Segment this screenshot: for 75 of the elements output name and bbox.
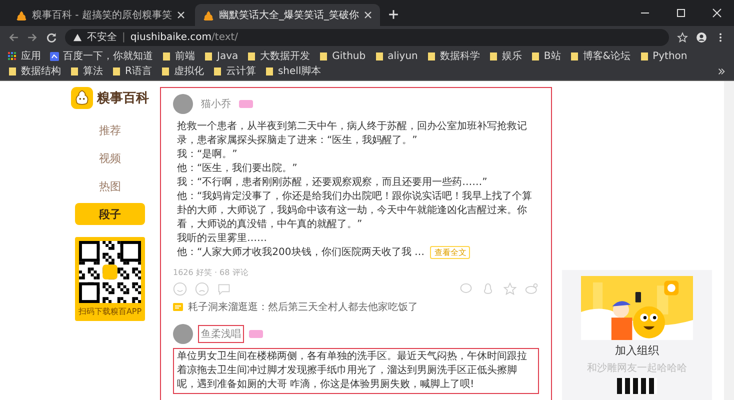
bookmark[interactable]: 虚拟化 — [160, 64, 204, 78]
logo-text: 糗事百科 — [97, 90, 149, 107]
bookmark[interactable]: 云计算 — [212, 64, 256, 78]
reload-icon[interactable] — [46, 32, 57, 42]
apps-grid-icon — [8, 52, 17, 60]
browser-tab[interactable]: 糗事百科 - 超搞笑的原创糗事笑 — [8, 4, 193, 26]
close-icon[interactable] — [364, 11, 372, 19]
bookmark[interactable]: 数据科学 — [426, 49, 480, 63]
profile-icon[interactable] — [696, 32, 707, 42]
folder-icon — [374, 52, 384, 60]
folder-icon — [570, 52, 579, 60]
post-paragraph: 抢救一个患者，从半夜到第二天中午，病人终于苏醒，回办公室加班补写抢救记录，患者家属探头探脑走了进来：“医生，我妈醒了。” — [177, 120, 528, 148]
bookmark[interactable]: Python — [640, 49, 688, 63]
post-paragraph: 我：“不行啊，患者刚刚苏醒，还要观察观察，而且还要用一些药……” — [177, 176, 488, 190]
top-comment: 耗子洞来溜逛逛：然后第三天全村人都去他家吃饭了 — [188, 300, 418, 314]
bookmark[interactable]: 娱乐 — [488, 49, 522, 63]
star-icon[interactable] — [677, 32, 688, 42]
logo-icon — [71, 87, 93, 109]
post-paragraph: 他：“我妈肯定没事了，你还是给我们办出院吧！跟你说实话吧！我早上找了个算卦的大师，大师说了，我妈命中该有这一劫，今天中午就能逢凶化吉醒过来。你看，大师说的真没错，中午真的就醒了。” — [177, 190, 534, 232]
comment-icon — [173, 303, 183, 311]
bookmark[interactable]: 大数据开发 — [247, 49, 310, 63]
close-icon[interactable] — [712, 8, 722, 18]
bookmark[interactable]: aliyun — [374, 49, 418, 63]
level-badge — [249, 330, 263, 338]
forward-icon[interactable] — [27, 32, 38, 42]
post-paragraph: 他：“人家大师才收我200块钱，你们医院两天收了我 … 查看全文 — [177, 246, 535, 260]
username[interactable]: 猫小乔 — [198, 95, 234, 113]
maximize-icon[interactable] — [676, 8, 686, 18]
folder-icon — [112, 66, 121, 76]
level-badge — [239, 100, 253, 108]
bookmark[interactable]: 前端 — [162, 49, 195, 63]
bookmark[interactable]: 算法 — [70, 64, 103, 78]
bookmark[interactable]: shell脚本 — [264, 64, 322, 78]
folder-icon — [640, 52, 649, 60]
bookmark[interactable]: Github — [319, 49, 366, 63]
promo-subtitle: 和沙雕网友一起哈哈哈 — [587, 362, 687, 375]
avatar[interactable] — [173, 94, 193, 114]
post-paragraph: 我：“是啊。” — [177, 148, 238, 162]
qr-caption: 扫码下载糗百APP — [78, 306, 142, 317]
browser-tab[interactable]: 幽默笑话大全_爆笑笑话_笑破你 — [194, 4, 380, 26]
close-icon[interactable] — [176, 11, 185, 19]
nav-item[interactable]: 视频 — [75, 147, 145, 169]
post-stats: 1626 好笑 · 68 评论 — [173, 267, 250, 278]
star-icon[interactable] — [503, 282, 517, 296]
poop-icon — [202, 10, 214, 20]
nav-item[interactable]: 推荐 — [75, 119, 145, 141]
bookmark[interactable]: R语言 — [112, 64, 152, 78]
post-paragraph: 他：“医生，我们要出院。” — [177, 162, 298, 176]
more-chevron-icon[interactable] — [717, 66, 726, 76]
folder-icon — [426, 52, 436, 60]
bookmark[interactable]: 博客&论坛 — [570, 49, 631, 63]
address-field[interactable]: 不安全 | qiushibaike.com/text/ — [65, 28, 669, 46]
bookmark[interactable]: Java — [204, 49, 238, 63]
back-icon[interactable] — [8, 32, 19, 42]
post-paragraph: 单位男女卫生间在楼梯两侧，各有单独的洗手区。最近天气闷热，午休时间跟拉着凉拖去卫生间冲过脚才发现擦手纸巾用光了，溜达到男厕洗手区正低头擦脚呢，遇到准备如厕的大哥 咋滴，你这是体验男厕失败，喊脚上了呗! — [177, 350, 528, 392]
scrollbar[interactable] — [724, 81, 734, 400]
folder-icon — [530, 52, 540, 60]
folder-icon — [70, 66, 79, 76]
promo-title: 加入组织 — [615, 343, 659, 358]
bookmark[interactable]: 应用 — [8, 49, 41, 63]
nav-item[interactable]: 热图 — [75, 175, 145, 197]
bookmark[interactable]: 数据结构 — [8, 64, 61, 78]
nav-item[interactable]: 段子 — [75, 203, 145, 225]
warning-icon — [73, 32, 82, 42]
folder-icon — [488, 52, 498, 60]
avatar[interactable] — [173, 324, 193, 344]
folder-icon — [8, 66, 17, 76]
bookmark[interactable]: B站 — [530, 49, 561, 63]
new-tab-icon[interactable] — [388, 9, 399, 20]
folder-icon — [319, 52, 328, 60]
username[interactable]: 鱼柔浅唱 — [198, 325, 244, 343]
bookmark[interactable]: 百度一下，你就知道 — [50, 49, 153, 63]
post-paragraph: 我听的云里雾里…… — [177, 232, 268, 246]
poop-icon — [16, 10, 27, 20]
site-icon — [50, 52, 59, 60]
